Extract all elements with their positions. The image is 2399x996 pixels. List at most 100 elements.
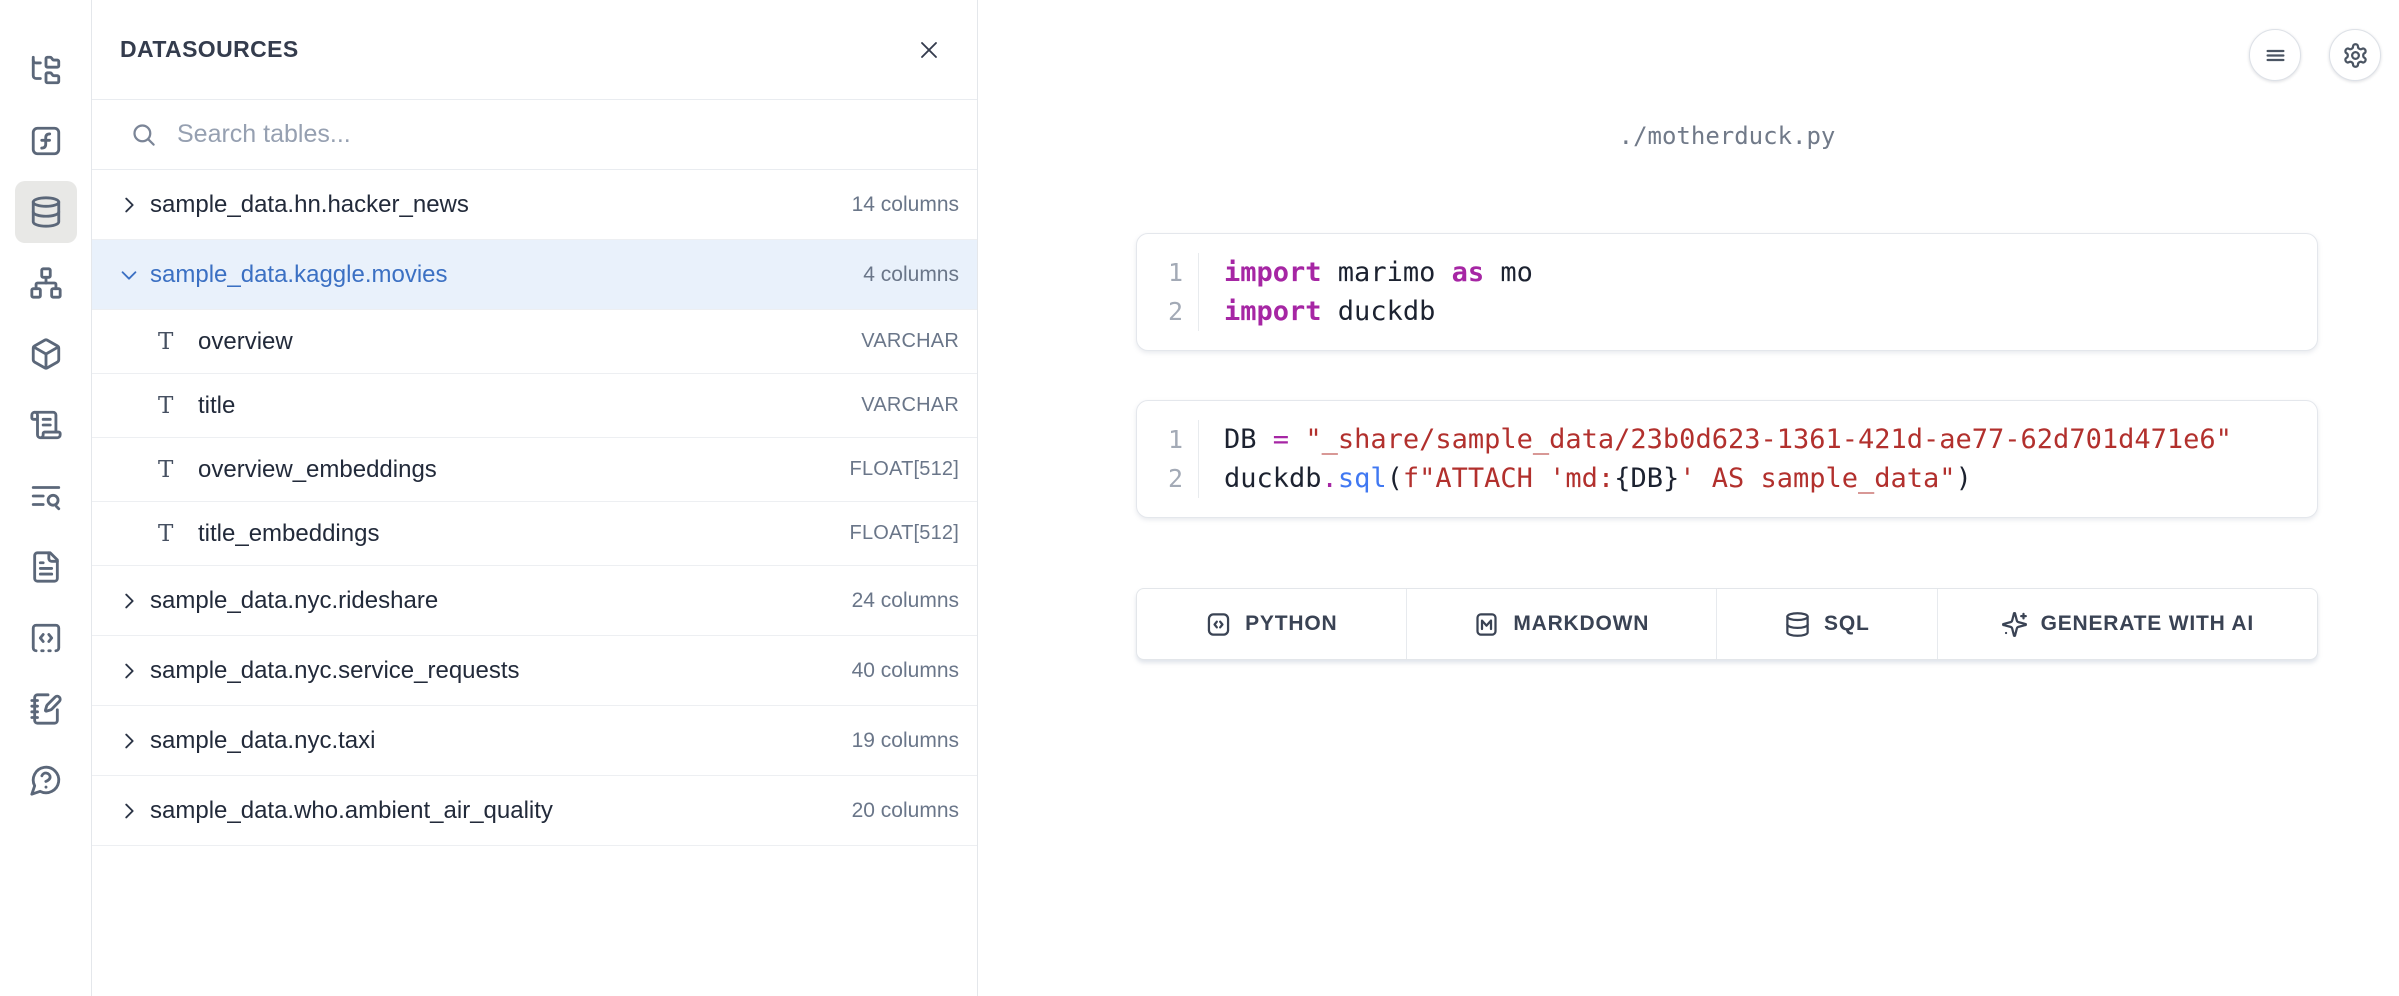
line-number: 1 (1137, 253, 1183, 292)
table-row[interactable]: sample_data.nyc.service_requests40 colum… (92, 636, 977, 706)
notebook-file-title: ./motherduck.py (1136, 122, 2318, 150)
code-editor[interactable]: import marimo as moimport duckdb (1199, 253, 1533, 331)
database-icon (29, 195, 63, 229)
activity-item-file-explorer[interactable] (15, 39, 77, 101)
column-row[interactable]: Toverview VARCHAR (92, 310, 977, 374)
add-cell-button-python[interactable]: PYTHON (1137, 589, 1406, 659)
folder-tree-icon (29, 53, 63, 87)
column-name: title (198, 392, 235, 420)
text-type-icon: T (158, 329, 186, 355)
scroll-text-icon (29, 408, 63, 442)
table-columns-count: 19 columns (852, 729, 959, 753)
text-type-icon: T (158, 457, 186, 483)
column-name: title_embeddings (198, 520, 379, 548)
column-name: overview (198, 328, 293, 356)
chevron-right-icon (118, 590, 140, 612)
activity-bar (0, 0, 92, 996)
panel-title: DATASOURCES (120, 36, 907, 63)
activity-item-documentation[interactable] (15, 536, 77, 598)
table-row[interactable]: sample_data.nyc.rideshare 24 columns (92, 566, 977, 636)
table-name: sample_data.nyc.taxi (150, 727, 375, 755)
table-row[interactable]: sample_data.hn.hacker_news 14 columns (92, 170, 977, 240)
activity-item-scratchpad[interactable] (15, 678, 77, 740)
column-type: FLOAT[512] (850, 458, 959, 481)
table-columns-count: 24 columns (852, 589, 959, 613)
column-type: FLOAT[512] (850, 522, 959, 545)
table-row[interactable]: sample_data.nyc.taxi 19 columns (92, 706, 977, 776)
table-list: sample_data.hn.hacker_news14 columnssamp… (92, 170, 977, 846)
activity-item-packages[interactable] (15, 323, 77, 385)
chevron-right-icon (118, 660, 140, 682)
code-cell: 12import marimo as moimport duckdb (1136, 233, 2318, 351)
activity-item-datasources[interactable] (15, 181, 77, 243)
add-cell-button-label: PYTHON (1245, 612, 1337, 636)
close-panel-button[interactable] (907, 28, 951, 72)
datasources-panel: DATASOURCES sample_data.hn.hacker_news 14… (92, 0, 978, 996)
panel-header: DATASOURCES (92, 0, 977, 100)
code-line: DB = "_share/sample_data/23b0d623-1361-4… (1224, 420, 2232, 459)
chat-question-icon (29, 763, 63, 797)
chevron-right-icon (118, 194, 140, 216)
line-number-gutter: 12 (1137, 253, 1199, 331)
network-icon (29, 266, 63, 300)
chevron-down-icon (118, 264, 140, 286)
text-type-icon: T (158, 521, 186, 547)
activity-item-variables[interactable] (15, 110, 77, 172)
add-cell-button-row: PYTHON MARKDOWN SQL GENERATE WITH AI (1136, 588, 2318, 660)
settings-button[interactable] (2329, 29, 2381, 81)
add-cell-button-label: SQL (1824, 612, 1870, 636)
code-line: import duckdb (1224, 292, 1533, 331)
activity-item-help[interactable] (15, 749, 77, 811)
code-editor[interactable]: DB = "_share/sample_data/23b0d623-1361-4… (1199, 420, 2232, 498)
search-icon (130, 121, 157, 148)
menu-icon (2262, 42, 2289, 69)
table-name: sample_data.kaggle.movies (150, 261, 448, 289)
table-name: sample_data.hn.hacker_news (150, 191, 469, 219)
column-type: VARCHAR (861, 394, 959, 417)
line-number-gutter: 12 (1137, 420, 1199, 498)
code-line: import marimo as mo (1224, 253, 1533, 292)
activity-item-dependencies[interactable] (15, 252, 77, 314)
database-icon (1784, 611, 1811, 638)
markdown-square-icon (1473, 611, 1500, 638)
activity-item-log-search[interactable] (15, 465, 77, 527)
function-square-icon (29, 124, 63, 158)
add-cell-button-sql[interactable]: SQL (1716, 589, 1937, 659)
table-row[interactable]: sample_data.kaggle.movies4 columns (92, 240, 977, 310)
table-columns-count: 20 columns (852, 799, 959, 823)
code-cell: 12 DB = "_share/sample_data/23b0d623-1361… (1136, 400, 2318, 518)
table-row[interactable]: sample_data.who.ambient_air_quality 20 co… (92, 776, 977, 846)
code-square-icon (1205, 611, 1232, 638)
activity-item-snippets[interactable] (15, 607, 77, 669)
notebook-menu-button[interactable] (2249, 29, 2301, 81)
sparkles-icon (2001, 611, 2028, 638)
add-cell-button-markdown[interactable]: MARKDOWN (1406, 589, 1716, 659)
column-name: overview_embeddings (198, 456, 437, 484)
column-row[interactable]: Ttitle VARCHAR (92, 374, 977, 438)
close-icon (915, 36, 943, 64)
code-square-dashed-icon (29, 621, 63, 655)
gear-icon (2342, 42, 2369, 69)
list-search-icon (29, 479, 63, 513)
column-row[interactable]: Ttitle_embeddings FLOAT[512] (92, 502, 977, 566)
code-line: duckdb.sql(f"ATTACH 'md:{DB}' AS sample_… (1224, 459, 2232, 498)
box-icon (29, 337, 63, 371)
line-number: 2 (1137, 459, 1183, 498)
column-type: VARCHAR (861, 330, 959, 353)
file-text-icon (29, 550, 63, 584)
text-type-icon: T (158, 393, 186, 419)
column-row[interactable]: Toverview_embeddings FLOAT[512] (92, 438, 977, 502)
search-bar (92, 100, 977, 170)
notebook-pen-icon (29, 692, 63, 726)
table-columns-count: 14 columns (852, 193, 959, 217)
table-name: sample_data.who.ambient_air_quality (150, 797, 553, 825)
line-number: 1 (1137, 420, 1183, 459)
add-cell-button-generate-with-ai[interactable]: GENERATE WITH AI (1937, 589, 2317, 659)
chevron-right-icon (118, 730, 140, 752)
table-name: sample_data.nyc.service_requests (150, 657, 520, 685)
chevron-right-icon (118, 800, 140, 822)
activity-item-logs[interactable] (15, 394, 77, 456)
search-input[interactable] (177, 120, 957, 149)
line-number: 2 (1137, 292, 1183, 331)
table-name: sample_data.nyc.rideshare (150, 587, 438, 615)
